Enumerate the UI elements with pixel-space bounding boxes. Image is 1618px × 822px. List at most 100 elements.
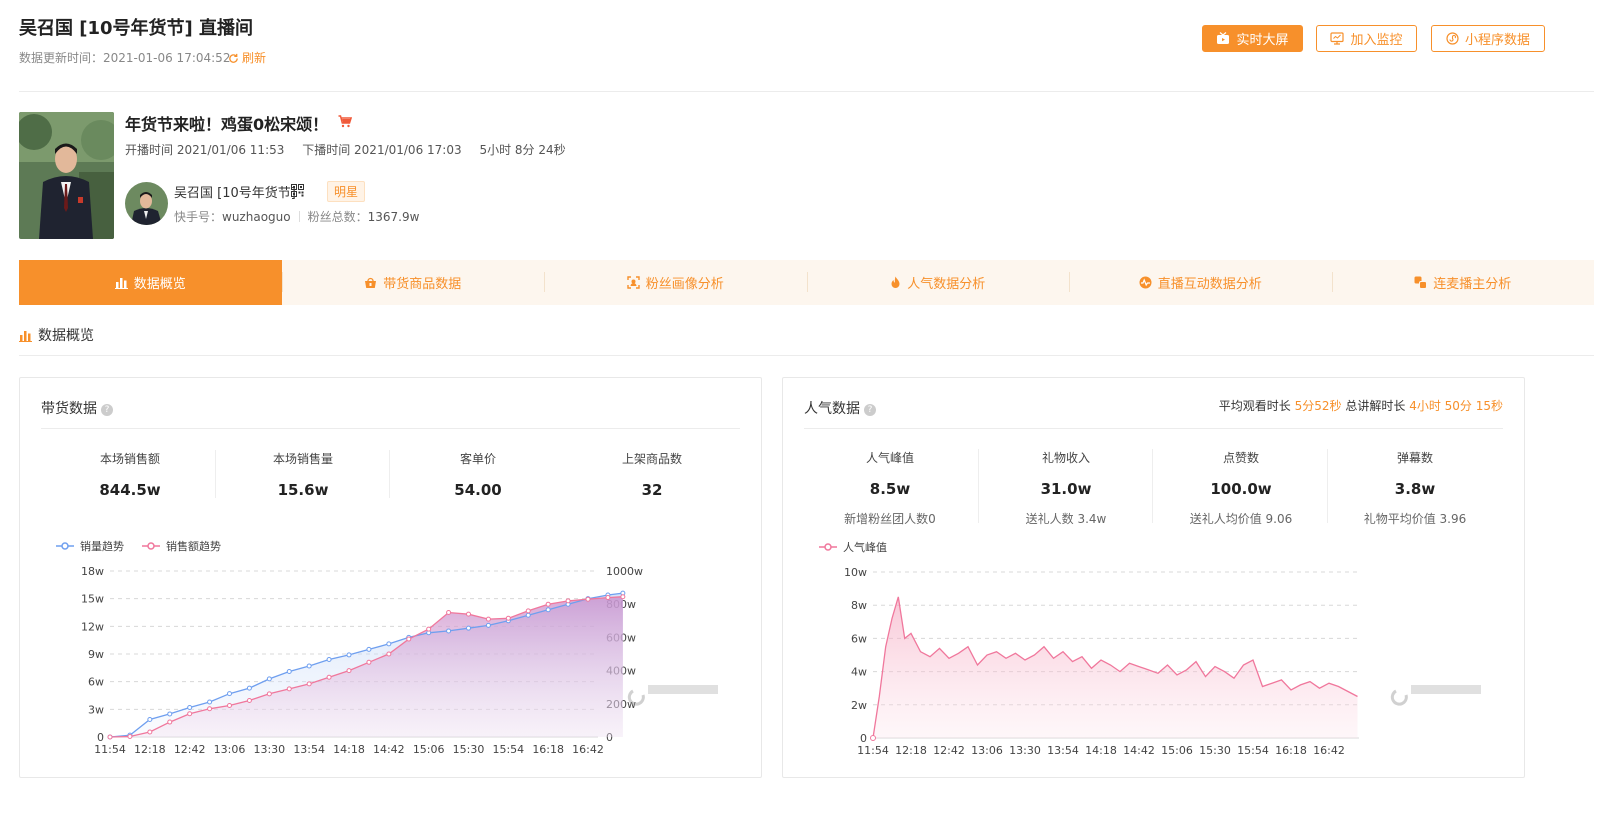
tab-interaction[interactable]: 直播互动数据分析 — [1069, 260, 1332, 305]
y-tick-left: 12w — [81, 620, 104, 633]
data-point-volume — [187, 704, 193, 710]
tab-popularity[interactable]: 人气数据分析 — [806, 260, 1070, 305]
watermark-bar — [648, 685, 718, 694]
x-tick: 15:30 — [453, 743, 485, 756]
data-point-amount — [326, 674, 332, 680]
series-area-amount — [110, 596, 623, 737]
data-point-volume — [545, 607, 551, 613]
y-tick: 6w — [851, 632, 867, 645]
tab-popularity-label: 人气数据分析 — [907, 277, 986, 292]
data-point-amount — [525, 608, 531, 614]
tab-overview[interactable]: 数据概览 — [19, 260, 282, 305]
help-icon[interactable]: ? — [864, 404, 876, 416]
stat-value: 32 — [641, 481, 663, 499]
data-point-amount — [187, 711, 193, 717]
x-tick: 11:54 — [857, 744, 889, 757]
refresh-label: 刷新 — [242, 51, 267, 65]
stat-sub: 新增粉丝团人数0 — [844, 512, 936, 526]
live-start-time: 开播时间 2021/01/06 11:53 — [125, 143, 285, 157]
data-point-amount — [107, 734, 113, 740]
stat-divider — [1152, 449, 1153, 523]
mini-program-label: 小程序数据 — [1464, 33, 1530, 48]
data-point-amount — [147, 729, 153, 735]
stat-peak-popularity: 人气峰值 8.5w 新增粉丝团人数0 — [825, 449, 955, 527]
card-divider — [804, 428, 1503, 429]
y-tick: 10w — [844, 566, 867, 579]
stat-label: 上架商品数 — [621, 452, 682, 466]
stat-sub: 送礼人数 3.4w — [1025, 512, 1107, 526]
tab-goods[interactable]: 带货商品数据 — [281, 260, 545, 305]
y-tick-left: 18w — [81, 565, 104, 578]
tab-connect-label: 连麦播主分析 — [1433, 277, 1512, 292]
tab-fans-label: 粉丝画像分析 — [645, 277, 724, 292]
avg-watch-label: 平均观看时长 — [1218, 399, 1291, 413]
live-duration: 5小时 8分 24秒 — [479, 143, 566, 157]
stat-value: 844.5w — [99, 481, 161, 499]
stat-divider — [978, 449, 979, 523]
y-tick-left: 3w — [88, 703, 104, 716]
stat-gift-income: 礼物收入 31.0w 送礼人数 3.4w — [1001, 449, 1131, 527]
stat-label: 礼物收入 — [1041, 451, 1090, 465]
data-point-volume — [525, 612, 531, 618]
x-tick: 13:30 — [253, 743, 285, 756]
update-time: 数据更新时间：2021-01-06 17:04:52 — [19, 51, 231, 65]
data-point-volume — [266, 676, 272, 682]
sales-card-title-text: 带货数据 — [41, 401, 97, 417]
x-tick: 12:42 — [933, 744, 965, 757]
watermark-bar — [1411, 685, 1481, 694]
host-name[interactable]: 吴召国 [10号年货节] — [174, 182, 296, 201]
section-divider — [19, 355, 1594, 356]
y-tick: 2w — [851, 699, 867, 712]
legend-marker-amount — [147, 542, 155, 550]
data-point-volume — [306, 663, 312, 669]
add-monitor-button[interactable]: 加入监控 — [1316, 25, 1417, 52]
data-point-amount — [620, 594, 626, 600]
kuaishou-label: 快手号： — [174, 210, 223, 224]
stat-label: 弹幕数 — [1396, 451, 1433, 465]
bar-chart-icon — [19, 331, 32, 342]
data-point-volume — [246, 685, 252, 691]
data-point-amount — [545, 601, 551, 607]
y-tick-left: 15w — [81, 593, 104, 606]
data-point-amount — [386, 651, 392, 657]
connect-icon — [1414, 276, 1428, 289]
live-cover-image — [19, 112, 114, 239]
explain-value: 4小时 50分 15秒 — [1409, 399, 1503, 413]
x-tick: 16:42 — [1313, 744, 1345, 757]
live-title: 年货节来啦！鸡蛋0松宋颂！ — [125, 115, 329, 134]
x-tick: 12:42 — [174, 743, 206, 756]
fans-count: 1367.9w — [367, 210, 420, 224]
x-tick: 14:42 — [1123, 744, 1155, 757]
refresh-button[interactable]: 刷新 — [228, 49, 266, 66]
data-point-amount — [605, 595, 611, 601]
legend-marker-popularity — [824, 543, 832, 551]
x-tick: 15:06 — [1161, 744, 1193, 757]
x-tick: 16:18 — [1275, 744, 1307, 757]
data-point-amount — [485, 616, 491, 622]
realtime-screen-button[interactable]: 实时大屏 — [1202, 25, 1303, 52]
stat-label: 人气峰值 — [865, 451, 914, 465]
x-tick: 16:42 — [572, 743, 604, 756]
mini-program-button[interactable]: 小程序数据 — [1431, 25, 1545, 52]
legend-marker-volume — [61, 542, 69, 550]
x-tick: 11:54 — [94, 743, 126, 756]
avatar[interactable] — [125, 182, 168, 225]
cart-icon — [338, 115, 352, 128]
avg-watch-value: 5分52秒 — [1294, 399, 1342, 413]
data-point-amount — [406, 636, 412, 642]
x-tick: 14:42 — [373, 743, 405, 756]
tab-connect[interactable]: 连麦播主分析 — [1331, 260, 1595, 305]
x-tick: 13:54 — [293, 743, 325, 756]
tab-fans[interactable]: 粉丝画像分析 — [544, 260, 807, 305]
section-heading: 数据概览 — [19, 325, 94, 345]
data-point-amount — [585, 596, 591, 602]
data-point-amount — [306, 681, 312, 687]
watermark-mark — [1390, 689, 1408, 706]
tab-bar: 数据概览 带货商品数据 粉丝画像分析 人气数据分析 直播互动数据分析 连麦播主分… — [19, 260, 1594, 305]
pulse-icon — [1139, 276, 1152, 289]
x-tick: 15:06 — [413, 743, 445, 756]
qrcode-icon[interactable] — [291, 184, 304, 197]
add-monitor-label: 加入监控 — [1350, 33, 1403, 48]
data-point-volume — [346, 652, 352, 658]
help-icon[interactable]: ? — [101, 404, 113, 416]
